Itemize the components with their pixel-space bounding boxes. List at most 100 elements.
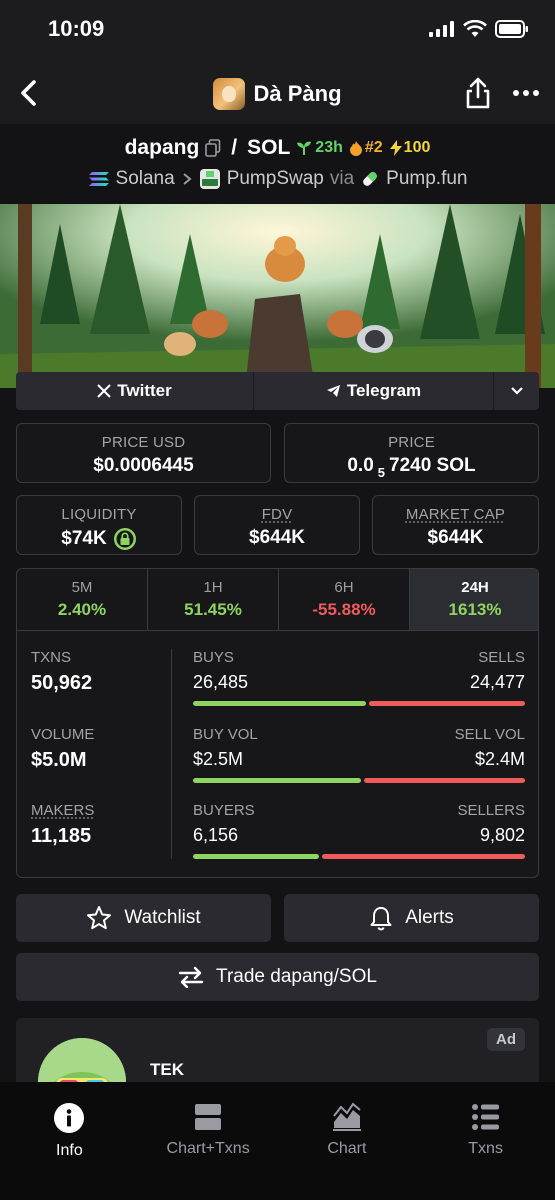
volume-label: VOLUME <box>31 726 95 743</box>
sells-bar <box>368 701 525 706</box>
more-icon <box>513 90 539 96</box>
volume-value: $5.0M <box>31 749 87 771</box>
price-change: 2.40% <box>57 600 107 619</box>
boost-count-text: 100 <box>403 139 431 156</box>
divider <box>171 649 172 859</box>
sellers-label: SELLERS <box>457 802 525 819</box>
lock-icon[interactable] <box>113 527 137 551</box>
more-links-button[interactable] <box>494 372 539 410</box>
volume-bar <box>193 778 525 783</box>
tab-label: 6H <box>334 579 354 596</box>
buy-vol-value: $2.5M <box>193 749 244 769</box>
token-avatar <box>213 78 246 110</box>
liquidity-card: LIQUIDITY $74K <box>16 495 182 555</box>
trade-button[interactable]: Trade dapang/SOL <box>16 953 539 1001</box>
launchpad-link[interactable]: Pump.fun <box>386 168 467 190</box>
sellers-bar <box>322 854 525 859</box>
txns-value: 50,962 <box>31 672 93 694</box>
lightning-icon <box>389 140 402 156</box>
solana-icon <box>88 172 109 186</box>
route-line: Solana PumpSwap via Pump.fun <box>0 168 555 190</box>
makers-metric: MAKERS 11,185 <box>31 802 161 848</box>
volume-split: BUY VOL SELL VOL $2.5M $2.4M <box>193 726 525 783</box>
price-native-label: PRICE <box>388 434 435 451</box>
price-usd-card: PRICE USD $0.0006445 <box>16 423 271 483</box>
dex-link[interactable]: PumpSwap <box>227 168 324 190</box>
quote-symbol: SOL <box>247 136 291 159</box>
pair-age-text: 23h <box>315 139 343 156</box>
tab-info[interactable]: Info <box>0 1082 139 1200</box>
buys-label: BUYS <box>193 649 234 666</box>
pair-header: dapang / SOL 23h #2 100 Solana PumpSwap … <box>0 124 555 204</box>
twitter-label: Twitter <box>117 381 172 400</box>
pair-separator: / <box>231 136 238 159</box>
trending-rank-text: #2 <box>364 139 383 156</box>
tab-24h[interactable]: 24H 1613% <box>410 569 538 630</box>
tab-txns[interactable]: Txns <box>416 1082 555 1200</box>
tab-6h[interactable]: 6H -55.88% <box>279 569 410 630</box>
alerts-button[interactable]: Alerts <box>284 894 539 942</box>
token-name: Dà Pàng <box>253 81 342 106</box>
status-icons <box>429 20 529 38</box>
tab-chart[interactable]: Chart <box>278 1082 417 1200</box>
tab-5m[interactable]: 5M 2.40% <box>17 569 148 630</box>
battery-icon <box>495 20 528 38</box>
tab-label: 1H <box>203 579 223 596</box>
sell-vol-label: SELL VOL <box>454 726 525 743</box>
boost-count: 100 <box>389 139 431 157</box>
sells-label: SELLS <box>478 649 525 666</box>
social-links: Twitter Telegram <box>16 372 539 410</box>
pill-icon <box>363 172 377 186</box>
bell-icon <box>370 907 392 931</box>
tab-label: 5M <box>71 579 93 596</box>
bottom-tab-bar: Info Chart+Txns Chart Txns <box>0 1082 555 1200</box>
signal-icon <box>429 21 454 37</box>
tab-info-label: Info <box>56 1142 83 1159</box>
price-usd-label: PRICE USD <box>101 434 186 451</box>
price-change: -55.88% <box>312 600 376 619</box>
tab-label: 24H <box>461 579 489 596</box>
ad-name: TEK <box>150 1060 184 1079</box>
fdv-label[interactable]: FDV <box>195 506 359 523</box>
trading-stats: 5M 2.40% 1H 51.45% 6H -55.88% 24H 1613% … <box>16 568 539 878</box>
x-logo-icon <box>97 384 111 398</box>
area-chart-icon <box>332 1102 361 1131</box>
makers-label[interactable]: MAKERS <box>31 802 161 819</box>
price-change: 1613% <box>448 600 502 619</box>
twitter-link[interactable]: Twitter <box>16 372 254 410</box>
swap-icon <box>178 966 204 988</box>
buy-vol-label: BUY VOL <box>193 726 258 743</box>
market-cap-value: $644K <box>427 527 484 548</box>
market-cap-card: MARKET CAP $644K <box>372 495 539 555</box>
price-change: 51.45% <box>184 600 242 619</box>
timeframe-tabs: 5M 2.40% 1H 51.45% 6H -55.88% 24H 1613% <box>17 569 538 631</box>
watchlist-label: Watchlist <box>124 907 201 928</box>
price-native-value: 0.0 5 7240 SOL <box>285 455 538 480</box>
chain-link[interactable]: Solana <box>116 168 175 190</box>
token-banner-image <box>0 204 555 388</box>
watchlist-button[interactable]: Watchlist <box>16 894 271 942</box>
info-icon <box>54 1103 85 1133</box>
buys-value: 26,485 <box>193 672 249 692</box>
more-button[interactable] <box>511 78 541 108</box>
trade-label: Trade dapang/SOL <box>216 966 377 987</box>
telegram-icon <box>326 385 340 397</box>
split-view-icon <box>195 1104 222 1130</box>
share-button[interactable] <box>463 76 493 110</box>
via-label: via <box>329 168 355 189</box>
liquidity-value: $74K <box>61 528 107 549</box>
tab-chart-txns[interactable]: Chart+Txns <box>139 1082 278 1200</box>
share-icon <box>466 77 490 109</box>
telegram-link[interactable]: Telegram <box>254 372 494 410</box>
sell-vol-value: $2.4M <box>474 749 525 769</box>
pair-age: 23h <box>296 139 343 157</box>
chevron-down-icon <box>510 387 523 395</box>
fire-icon <box>349 141 362 156</box>
market-cap-label[interactable]: MARKET CAP <box>373 506 538 523</box>
tab-1h[interactable]: 1H 51.45% <box>148 569 279 630</box>
sell-vol-bar <box>363 778 525 783</box>
buys-sells-split: BUYS SELLS 26,485 24,477 <box>193 649 525 706</box>
pumpswap-icon <box>199 169 220 189</box>
copy-icon[interactable] <box>205 139 221 157</box>
ad-badge: Ad <box>487 1028 525 1051</box>
